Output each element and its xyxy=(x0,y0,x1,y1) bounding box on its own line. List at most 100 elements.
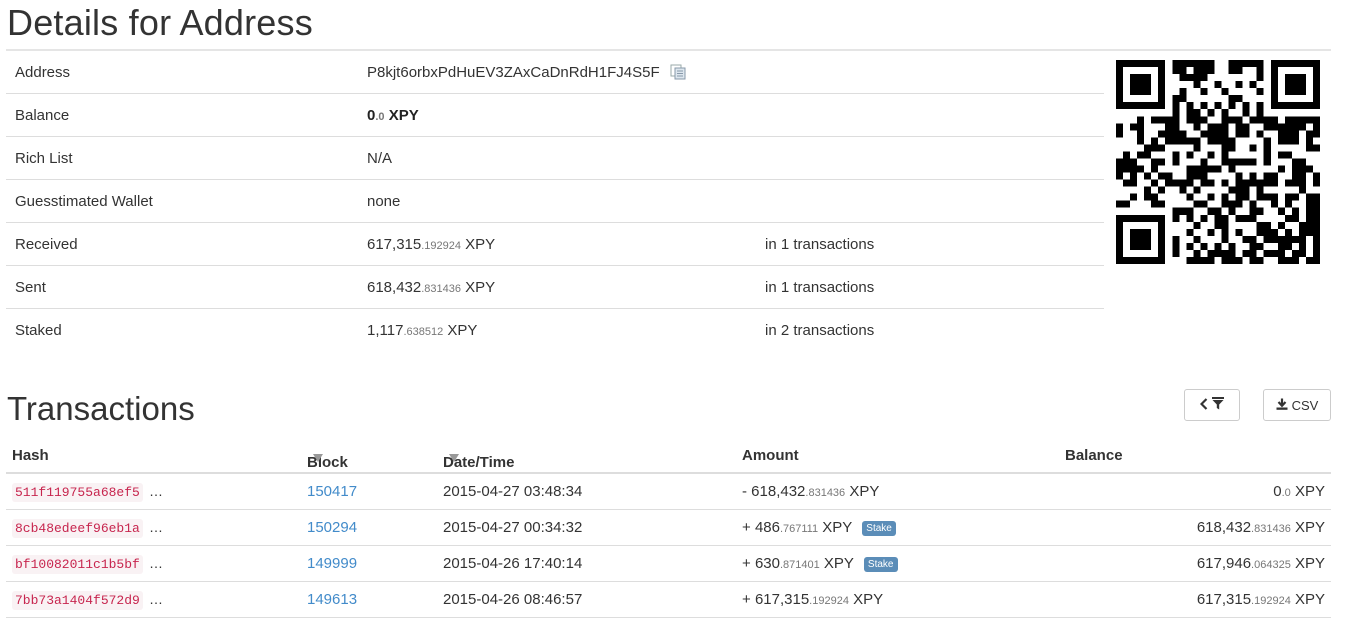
qr-module xyxy=(1312,249,1320,257)
qr-module xyxy=(1270,179,1278,187)
qr-module xyxy=(1158,186,1166,194)
qr-module xyxy=(1200,165,1208,173)
detail-key: Address xyxy=(15,64,71,81)
qr-module xyxy=(1214,130,1222,138)
qr-module xyxy=(1263,123,1271,131)
tx-block-link[interactable]: 149613 xyxy=(307,591,357,608)
tx-block-link[interactable]: 149999 xyxy=(307,555,357,572)
qr-module xyxy=(1256,186,1264,194)
qr-module xyxy=(1270,81,1278,89)
tx-balance: 0.0 XPY xyxy=(1273,483,1325,500)
qr-module xyxy=(1144,151,1152,159)
qr-module xyxy=(1116,158,1124,166)
qr-module xyxy=(1235,179,1243,187)
qr-module xyxy=(1207,151,1215,159)
qr-module xyxy=(1242,102,1250,110)
qr-module xyxy=(1165,137,1173,145)
qr-module xyxy=(1284,123,1292,131)
qr-module xyxy=(1123,256,1131,264)
qr-module xyxy=(1214,221,1222,229)
qr-module xyxy=(1284,116,1292,124)
staked-count: in 2 transactions xyxy=(765,322,875,339)
qr-module xyxy=(1172,207,1180,215)
qr-module xyxy=(1242,186,1250,194)
qr-module xyxy=(1291,130,1299,138)
tx-hash[interactable]: 7bb73a1404f572d9 xyxy=(12,591,143,610)
balance-unit: XPY xyxy=(1294,555,1325,572)
qr-module xyxy=(1228,116,1236,124)
qr-module xyxy=(1228,207,1236,215)
received-unit: XPY xyxy=(465,236,496,253)
filter-toggle-button[interactable] xyxy=(1184,389,1240,421)
qr-module xyxy=(1186,193,1194,201)
stake-badge: Stake xyxy=(863,557,898,572)
balance-frac: .064325 xyxy=(1251,559,1291,571)
tx-hash[interactable]: 511f119755a68ef5 xyxy=(12,483,143,502)
qr-module xyxy=(1186,179,1194,187)
qr-module xyxy=(1158,242,1166,250)
qr-module xyxy=(1256,67,1264,75)
qr-module xyxy=(1298,172,1306,180)
qr-module xyxy=(1298,179,1306,187)
qr-module xyxy=(1284,102,1292,110)
amount-sign: + xyxy=(742,555,755,572)
qr-module xyxy=(1242,249,1250,257)
qr-module xyxy=(1305,165,1313,173)
qr-module xyxy=(1235,130,1243,138)
qr-module xyxy=(1270,228,1278,236)
qr-module xyxy=(1130,158,1138,166)
detail-row-address: Address P8kjt6orbxPdHuEV3ZAxCaDnRdH1FJ4S… xyxy=(6,51,1104,94)
qr-module xyxy=(1270,123,1278,131)
qr-module xyxy=(1116,165,1124,173)
qr-module xyxy=(1249,144,1257,152)
qr-module xyxy=(1130,74,1138,82)
detail-row-staked: Staked 1,117.638512 XPY in 2 transaction… xyxy=(6,309,1104,351)
qr-module xyxy=(1277,165,1285,173)
tx-hash[interactable]: 8cb48edeef96eb1a xyxy=(12,519,143,538)
qr-module xyxy=(1179,137,1187,145)
qr-module xyxy=(1249,81,1257,89)
qr-module xyxy=(1249,256,1257,264)
qr-module xyxy=(1172,123,1180,131)
qr-module xyxy=(1158,249,1166,257)
qr-module xyxy=(1263,116,1271,124)
address-text[interactable]: P8kjt6orbxPdHuEV3ZAxCaDnRdH1FJ4S5F xyxy=(367,64,660,81)
amount-unit: XPY xyxy=(849,483,880,500)
qr-module xyxy=(1179,60,1187,68)
tx-block-link[interactable]: 150294 xyxy=(307,519,357,536)
qr-module xyxy=(1228,158,1236,166)
qr-module xyxy=(1228,256,1236,264)
qr-module xyxy=(1207,137,1215,145)
wallet-value: none xyxy=(367,193,401,210)
qr-module xyxy=(1165,116,1173,124)
tx-block-link[interactable]: 150417 xyxy=(307,483,357,500)
qr-module xyxy=(1186,60,1194,68)
csv-export-button[interactable]: CSV xyxy=(1263,389,1331,421)
qr-module xyxy=(1235,172,1243,180)
qr-module xyxy=(1179,179,1187,187)
qr-module xyxy=(1179,95,1187,103)
qr-module xyxy=(1249,235,1257,243)
qr-module xyxy=(1137,151,1145,159)
qr-module xyxy=(1116,74,1124,82)
qr-module xyxy=(1221,193,1229,201)
qr-module xyxy=(1151,214,1159,222)
qr-module xyxy=(1312,60,1320,68)
detail-key: Staked xyxy=(15,322,62,339)
qr-module xyxy=(1158,74,1166,82)
qr-module xyxy=(1235,81,1243,89)
qr-module xyxy=(1200,158,1208,166)
tx-hash-ellipsis: … xyxy=(149,555,163,571)
qr-module xyxy=(1214,137,1222,145)
qr-module xyxy=(1235,228,1243,236)
qr-module xyxy=(1193,256,1201,264)
qr-module xyxy=(1277,102,1285,110)
qr-module xyxy=(1193,221,1201,229)
download-icon xyxy=(1276,398,1288,413)
amount-frac: .831436 xyxy=(805,487,846,499)
tx-hash[interactable]: bf10082011c1b5bf xyxy=(12,555,143,574)
qr-module xyxy=(1298,186,1306,194)
copy-icon[interactable] xyxy=(670,64,687,84)
qr-module xyxy=(1235,256,1243,264)
qr-module xyxy=(1179,207,1187,215)
